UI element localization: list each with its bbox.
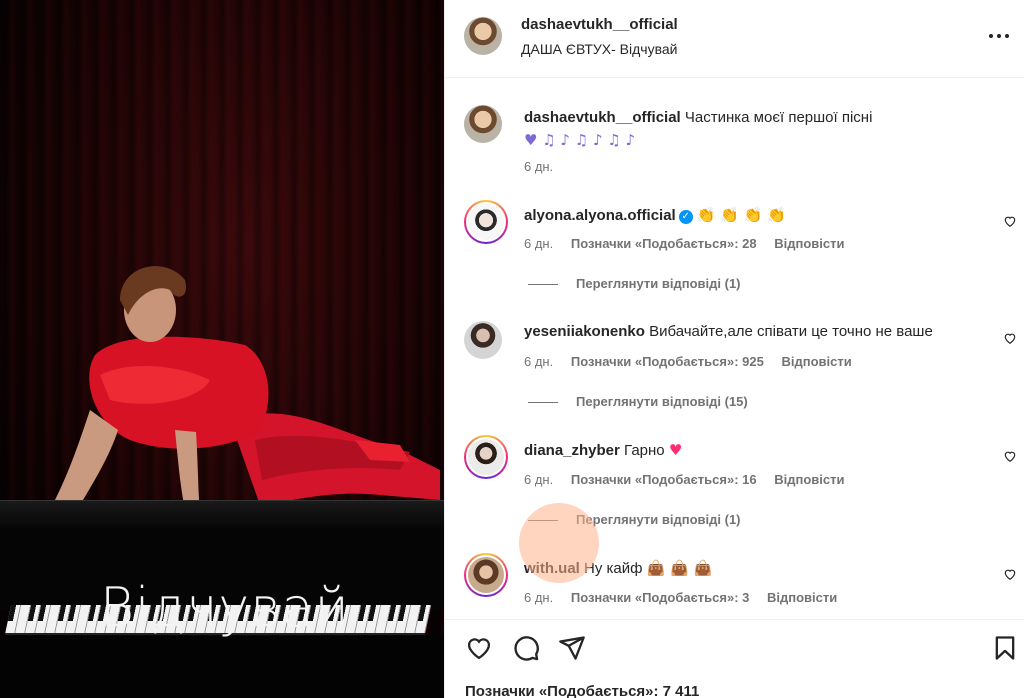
avatar[interactable] [464, 321, 502, 359]
comment-emojis: 👏 👏 👏 👏 [696, 206, 786, 224]
comment-username[interactable]: with.ual [524, 560, 580, 577]
comments-list[interactable]: dashaevtukh__official Частинка моєї перш… [445, 79, 1024, 619]
comment-meta: 6 дн. Позначки «Подобається»: 28 Відпові… [524, 236, 859, 251]
like-comment-heart-icon[interactable] [1003, 214, 1017, 228]
comment-meta: 6 дн. Позначки «Подобається»: 16 Відпові… [524, 472, 859, 487]
like-comment-heart-icon[interactable] [1003, 449, 1017, 463]
avatar[interactable] [464, 105, 502, 143]
reply-button[interactable]: Відповісти [774, 472, 844, 487]
view-replies-button[interactable]: Переглянути відповіді (15) [528, 394, 748, 409]
comment-text: yeseniiakonenko Вибачайте,але співати це… [524, 321, 984, 343]
verified-badge-icon: ✓ [678, 210, 693, 224]
comment-time[interactable]: 6 дн. [524, 590, 553, 605]
reply-button[interactable]: Відповісти [774, 236, 844, 251]
bookmark-icon[interactable] [991, 634, 1019, 662]
comment-time[interactable]: 6 дн. [524, 236, 553, 251]
post-actions-bar: Позначки «Подобається»: 7 411 [445, 619, 1024, 698]
comment-text: with.ual Ну кайф 👜 👜 👜 [524, 557, 984, 580]
comment-time[interactable]: 6 дн. [524, 472, 553, 487]
post-likes-count[interactable]: Позначки «Подобається»: 7 411 [465, 683, 699, 698]
avatar[interactable] [464, 435, 508, 479]
like-comment-heart-icon[interactable] [1003, 331, 1017, 345]
caption-emojis: ♥ ♫ ♪ ♫ ♪ ♫ ♪ [524, 131, 636, 149]
header-audio-title[interactable]: ДАША ЄВТУХ- Відчувай [521, 41, 677, 57]
comment-likes[interactable]: Позначки «Подобається»: 28 [571, 236, 757, 251]
comment-text: diana_zhyber Гарно ♥ [524, 439, 984, 462]
comment-body: Ну кайф [584, 560, 643, 577]
comment-username[interactable]: diana_zhyber [524, 442, 620, 459]
more-options-icon[interactable] [987, 24, 1011, 48]
comment-emojis: ♥ [668, 441, 683, 459]
comment-meta: 6 дн. Позначки «Подобається»: 3 Відповіс… [524, 590, 851, 605]
like-comment-heart-icon[interactable] [1003, 567, 1017, 581]
reply-button[interactable]: Відповісти [781, 354, 851, 369]
caption-body: Частинка моєї першої пісні [684, 109, 873, 126]
caption-meta: 6 дн. [524, 159, 567, 174]
heart-icon[interactable] [465, 634, 493, 662]
comment-icon[interactable] [512, 634, 540, 662]
comment-time[interactable]: 6 дн. [524, 354, 553, 369]
view-replies-button[interactable]: Переглянути відповіді (1) [528, 276, 741, 291]
comment-text: alyona.alyona.official ✓ 👏 👏 👏 👏 [524, 204, 984, 227]
caption-time[interactable]: 6 дн. [524, 159, 553, 174]
comment-username[interactable]: yeseniiakonenko [524, 323, 645, 340]
header-username[interactable]: dashaevtukh__official [521, 16, 678, 33]
comment-body: Гарно [624, 442, 665, 459]
post-media[interactable]: Відчувай [0, 0, 444, 698]
media-overlay-title: Відчувай [100, 576, 350, 640]
comment-body: Вибачайте,але співати це точно не ваше [649, 323, 933, 340]
piano-base [0, 636, 444, 698]
caption-text: dashaevtukh__official Частинка моєї перш… [524, 107, 984, 152]
reply-button[interactable]: Відповісти [767, 590, 837, 605]
piano-lid [0, 500, 444, 530]
comment-likes[interactable]: Позначки «Подобається»: 925 [571, 354, 764, 369]
comment-likes[interactable]: Позначки «Подобається»: 3 [571, 590, 750, 605]
avatar[interactable] [464, 17, 502, 55]
post-panel: dashaevtukh__official ДАША ЄВТУХ- Відчув… [444, 0, 1024, 698]
avatar[interactable] [464, 553, 508, 597]
caption-username[interactable]: dashaevtukh__official [524, 109, 681, 126]
comment-meta: 6 дн. Позначки «Подобається»: 925 Відпов… [524, 354, 866, 369]
avatar[interactable] [464, 200, 508, 244]
send-icon[interactable] [558, 634, 586, 662]
comment-username[interactable]: alyona.alyona.official [524, 207, 676, 224]
view-replies-button[interactable]: Переглянути відповіді (1) [528, 512, 741, 527]
comment-emojis: 👜 👜 👜 [646, 559, 713, 577]
post-header: dashaevtukh__official ДАША ЄВТУХ- Відчув… [445, 0, 1024, 78]
comment-likes[interactable]: Позначки «Подобається»: 16 [571, 472, 757, 487]
